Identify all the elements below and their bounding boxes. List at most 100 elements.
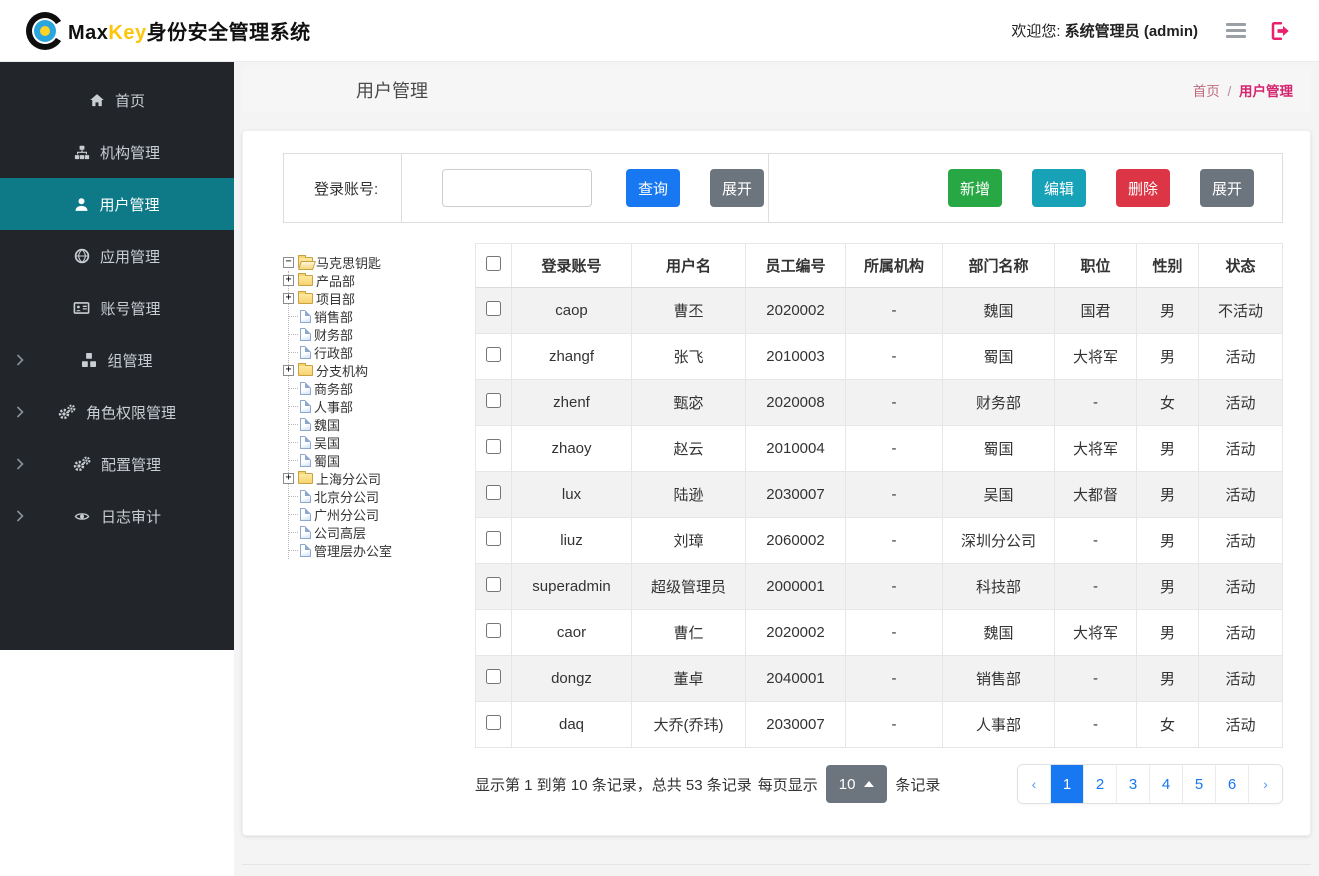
- page-button-1[interactable]: 1: [1051, 765, 1084, 803]
- welcome-text: 欢迎您: 系统管理员 (admin): [1011, 23, 1198, 40]
- table-row[interactable]: zhangf 张飞 2010003- 蜀国 大将军男活动: [475, 333, 1283, 380]
- login-account-input[interactable]: [442, 169, 592, 207]
- page-button-5[interactable]: 5: [1183, 765, 1216, 803]
- row-checkbox[interactable]: [486, 485, 501, 500]
- home-icon: [89, 93, 105, 108]
- sidebar-item-group-mgmt[interactable]: 组管理: [0, 334, 234, 386]
- expand-box-icon[interactable]: +: [283, 364, 294, 376]
- tree-node[interactable]: 行政部: [289, 343, 465, 361]
- table-row[interactable]: lux 陆逊 2030007- 吴国 大都督男活动: [475, 471, 1283, 518]
- tree-node[interactable]: 蜀国: [289, 451, 465, 469]
- tree-node-label[interactable]: 公司高层: [314, 523, 366, 542]
- tree-node-label[interactable]: 行政部: [314, 343, 353, 362]
- table-row[interactable]: liuz 刘璋 2060002- 深圳分公司 - 男活动: [475, 517, 1283, 564]
- row-checkbox[interactable]: [486, 301, 501, 316]
- expand-box-icon[interactable]: +: [283, 292, 294, 304]
- collapse-box-icon[interactable]: −: [283, 256, 294, 268]
- file-icon: [300, 525, 311, 539]
- row-checkbox[interactable]: [486, 531, 501, 546]
- sidebar-item-config-mgmt[interactable]: 配置管理: [0, 438, 234, 490]
- page-button-3[interactable]: 3: [1117, 765, 1150, 803]
- tree-node[interactable]: 商务部: [289, 379, 465, 397]
- sidebar-item-app-mgmt[interactable]: 应用管理: [0, 230, 234, 282]
- tree-node-label[interactable]: 上海分公司: [316, 469, 381, 488]
- tree-node-label[interactable]: 项目部: [316, 289, 355, 308]
- tree-node-label[interactable]: 马克思钥匙: [316, 253, 381, 272]
- tree-node-label[interactable]: 人事部: [314, 397, 353, 416]
- file-icon: [300, 435, 311, 449]
- file-icon: [300, 453, 311, 467]
- page-button-2[interactable]: 2: [1084, 765, 1117, 803]
- logout-icon[interactable]: [1270, 21, 1291, 41]
- sidebar-item-org-mgmt[interactable]: 机构管理: [0, 126, 234, 178]
- row-checkbox-cell: [475, 471, 512, 518]
- expand-box-icon[interactable]: +: [283, 274, 294, 286]
- sidebar-item-account-mgmt[interactable]: 账号管理: [0, 282, 234, 334]
- tree-node[interactable]: − 马克思钥匙: [283, 253, 465, 271]
- row-checkbox[interactable]: [486, 715, 501, 730]
- sidebar-item-role-perm-mgmt[interactable]: 角色权限管理: [0, 386, 234, 438]
- table-cell: 曹仁: [631, 609, 746, 656]
- table-row[interactable]: dongz 董卓 2040001- 销售部 - 男活动: [475, 655, 1283, 702]
- page-size-select[interactable]: 10: [825, 765, 888, 803]
- tree-node[interactable]: 广州分公司: [289, 505, 465, 523]
- tree-node-label[interactable]: 销售部: [314, 307, 353, 326]
- row-checkbox[interactable]: [486, 439, 501, 454]
- row-checkbox[interactable]: [486, 393, 501, 408]
- eye-icon: [73, 509, 91, 524]
- row-checkbox-cell: [475, 655, 512, 702]
- tree-node-label[interactable]: 财务部: [314, 325, 353, 344]
- table-row[interactable]: caop 曹丕 2020002- 魏国 国君男不活动: [475, 287, 1283, 334]
- page-button-6[interactable]: 6: [1216, 765, 1249, 803]
- delete-button[interactable]: 删除: [1115, 169, 1170, 207]
- search-expand-button[interactable]: 展开: [710, 169, 765, 207]
- table-row[interactable]: superadmin 超级管理员 2000001- 科技部 - 男活动: [475, 563, 1283, 610]
- table-row[interactable]: daq 大乔(乔玮) 2030007- 人事部 - 女活动: [475, 701, 1283, 748]
- sidebar-item-label: 机构管理: [99, 144, 160, 162]
- tree-node[interactable]: + 分支机构: [283, 361, 465, 380]
- sidebar-item-user-mgmt[interactable]: 用户管理: [0, 178, 234, 230]
- table-row[interactable]: caor 曹仁 2020002- 魏国 大将军男活动: [475, 609, 1283, 656]
- tree-node-label[interactable]: 魏国: [314, 415, 340, 434]
- query-button[interactable]: 查询: [626, 169, 681, 207]
- tree-node-label[interactable]: 管理层办公室: [314, 541, 392, 560]
- select-all-checkbox[interactable]: [486, 256, 501, 271]
- tree-node[interactable]: 财务部: [289, 325, 465, 343]
- page-next-button[interactable]: ›: [1249, 765, 1282, 803]
- page-button-4[interactable]: 4: [1150, 765, 1183, 803]
- tree-node[interactable]: + 产品部: [283, 271, 465, 290]
- table-cell: -: [1054, 517, 1137, 564]
- tree-node[interactable]: 魏国: [289, 415, 465, 433]
- toolbar-expand-button[interactable]: 展开: [1199, 169, 1254, 207]
- tree-node[interactable]: 管理层办公室: [289, 541, 465, 559]
- tree-node[interactable]: 销售部: [289, 307, 465, 325]
- row-checkbox[interactable]: [486, 623, 501, 638]
- sidebar-item-home[interactable]: 首页: [0, 74, 234, 126]
- tree-node[interactable]: 吴国: [289, 433, 465, 451]
- tree-node-label[interactable]: 产品部: [316, 271, 355, 290]
- tree-node-label[interactable]: 分支机构: [316, 361, 368, 380]
- edit-button[interactable]: 编辑: [1031, 169, 1086, 207]
- tree-node-label[interactable]: 蜀国: [314, 451, 340, 470]
- tree-node[interactable]: + 上海分公司: [283, 469, 465, 488]
- expand-box-icon[interactable]: +: [283, 472, 294, 484]
- table-row[interactable]: zhaoy 赵云 2010004- 蜀国 大将军男活动: [475, 425, 1283, 472]
- row-checkbox[interactable]: [486, 577, 501, 592]
- sidebar-item-log-audit[interactable]: 日志审计: [0, 490, 234, 542]
- table-row[interactable]: zhenf 甄宓 2020008- 财务部 - 女活动: [475, 379, 1283, 426]
- tree-node[interactable]: 公司高层: [289, 523, 465, 541]
- page-prev-button[interactable]: ‹: [1018, 765, 1051, 803]
- add-button[interactable]: 新增: [947, 169, 1002, 207]
- tree-node-label[interactable]: 商务部: [314, 379, 353, 398]
- table-cell: 人事部: [942, 701, 1055, 748]
- breadcrumb-home-link[interactable]: 首页: [1193, 84, 1220, 99]
- row-checkbox[interactable]: [486, 347, 501, 362]
- tree-node[interactable]: 人事部: [289, 397, 465, 415]
- tree-node[interactable]: + 项目部: [283, 289, 465, 308]
- tree-node-label[interactable]: 北京分公司: [314, 487, 379, 506]
- tree-node-label[interactable]: 吴国: [314, 433, 340, 452]
- row-checkbox[interactable]: [486, 669, 501, 684]
- tree-node-label[interactable]: 广州分公司: [314, 505, 379, 524]
- menu-icon[interactable]: [1226, 23, 1246, 38]
- tree-node[interactable]: 北京分公司: [289, 487, 465, 505]
